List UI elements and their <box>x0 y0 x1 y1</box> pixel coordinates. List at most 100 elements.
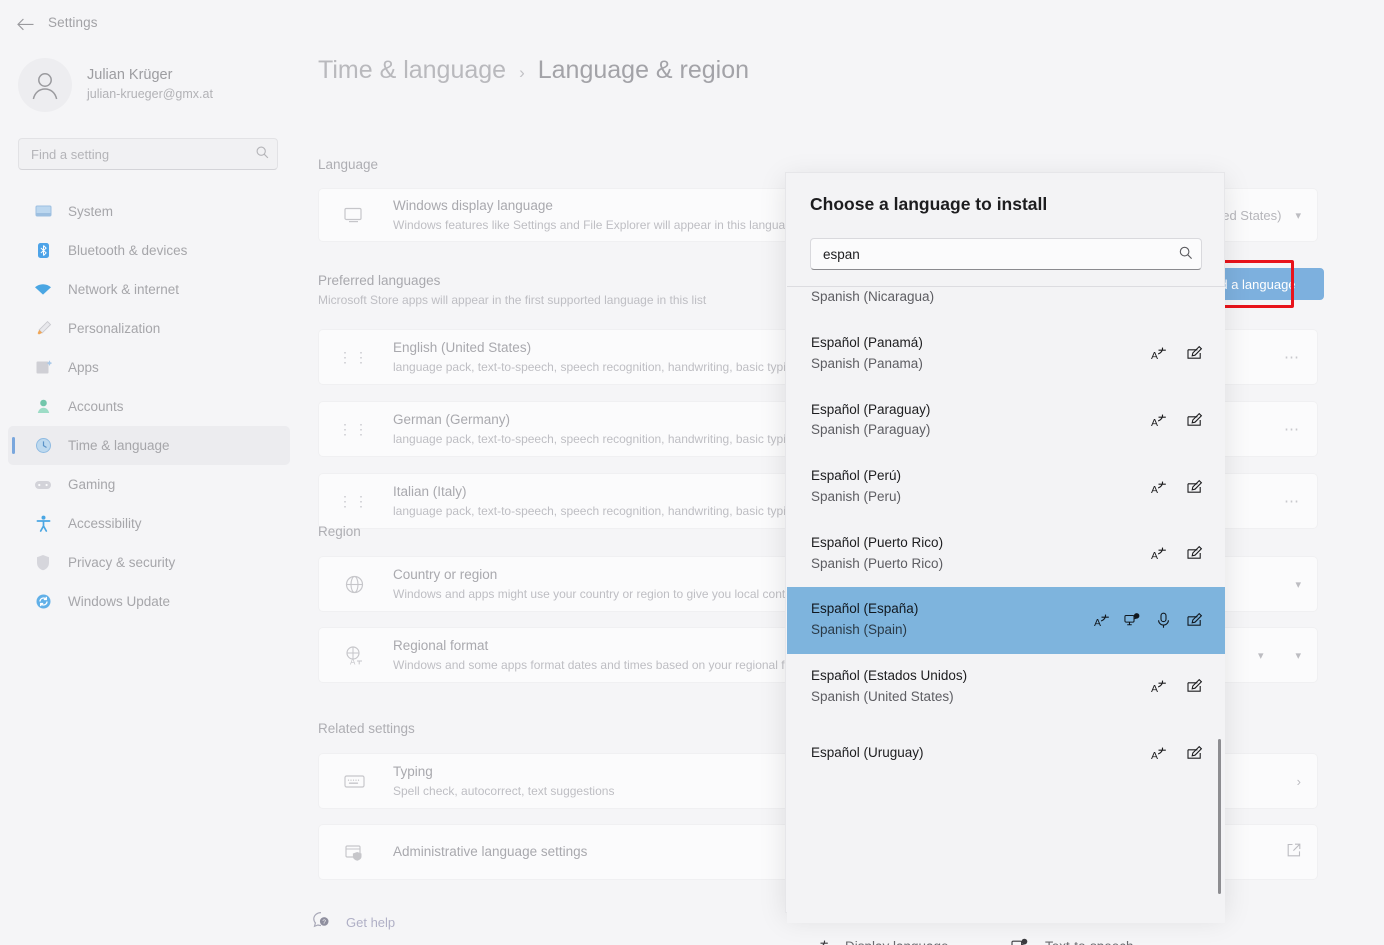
page-title: Language & region <box>538 56 749 85</box>
handwriting-icon <box>1186 612 1203 629</box>
language-list-item[interactable]: Español (Estados Unidos) Spanish (United… <box>787 654 1225 721</box>
language-list-item[interactable]: Español (Paraguay) Spanish (Paraguay) A <box>787 387 1225 454</box>
display-language-icon: A <box>1150 412 1167 429</box>
language-list-item[interactable]: Español (Panamá) Spanish (Panama) A <box>787 321 1225 388</box>
sidebar-item-label: Apps <box>68 360 99 375</box>
language-english-name: Spanish (Paraguay) <box>811 422 930 437</box>
svg-text:A: A <box>1151 350 1158 362</box>
breadcrumb-parent[interactable]: Time & language <box>318 56 506 85</box>
drag-handle-icon[interactable]: ⋮⋮ <box>337 497 371 505</box>
svg-text:?: ? <box>322 919 326 926</box>
globe-icon <box>337 575 371 594</box>
chevron-down-icon[interactable]: ▾ <box>1295 578 1301 591</box>
sidebar-item-bluetooth[interactable]: Bluetooth & devices <box>8 231 290 270</box>
svg-text:A: A <box>1151 417 1158 429</box>
chevron-down-icon-secondary[interactable]: ▾ <box>1295 649 1301 662</box>
handwriting-icon <box>1186 545 1203 562</box>
svg-text:A: A <box>1151 750 1158 762</box>
sidebar-item-label: System <box>68 204 113 219</box>
handwriting-icon <box>1186 345 1203 362</box>
sidebar-item-label: Accessibility <box>68 516 142 531</box>
row-title: Typing <box>393 764 433 779</box>
row-subtitle: Windows and some apps format dates and t… <box>393 658 815 672</box>
sidebar-item-time-language[interactable]: Time & language <box>8 426 290 465</box>
sidebar-item-windows-update[interactable]: Windows Update <box>8 582 290 621</box>
sidebar-item-label: Windows Update <box>68 594 170 609</box>
capability-legend: A Display language Text-to-speech Speech… <box>786 923 1224 945</box>
language-features: language pack, text-to-speech, speech re… <box>393 432 799 446</box>
gamepad-icon <box>34 476 52 494</box>
language-english-name: Spanish (United States) <box>811 689 954 704</box>
handwriting-icon <box>1186 745 1203 762</box>
sidebar-item-privacy-security[interactable]: Privacy & security <box>8 543 290 582</box>
dialog-search-value: espan <box>823 247 1179 262</box>
account-icon <box>34 398 52 416</box>
svg-text:A: A <box>350 657 356 665</box>
handwriting-icon <box>1186 412 1203 429</box>
drag-handle-icon[interactable]: ⋮⋮ <box>337 353 371 361</box>
back-button[interactable] <box>10 10 40 38</box>
preferred-title: Preferred languages <box>318 271 706 291</box>
language-name: Italian (Italy) <box>393 484 467 499</box>
chevron-down-icon[interactable]: ▾ <box>1295 209 1301 222</box>
language-list-item[interactable]: Español (Perú) Spanish (Peru) A <box>787 454 1225 521</box>
sidebar-nav: System Bluetooth & devices Network & int… <box>8 192 290 621</box>
language-list-item[interactable]: Spanish (Nicaragua) <box>787 286 1225 321</box>
search-icon <box>256 146 269 162</box>
drag-handle-icon[interactable]: ⋮⋮ <box>337 425 371 433</box>
shield-icon <box>34 554 52 572</box>
wifi-icon <box>34 281 52 299</box>
external-link-icon[interactable] <box>1287 843 1301 862</box>
window-shield-icon <box>337 844 371 861</box>
profile-email: julian-krueger@gmx.at <box>87 86 213 104</box>
language-native-name: Español (Perú) <box>811 468 901 483</box>
language-list-item[interactable]: Español (Puerto Rico) Spanish (Puerto Ri… <box>787 520 1225 587</box>
sidebar-item-accounts[interactable]: Accounts <box>8 387 290 426</box>
section-heading-region: Region <box>318 524 361 539</box>
legend-item-text-to-speech: Text-to-speech <box>1011 938 1224 945</box>
language-list-scrollbar[interactable] <box>1218 287 1221 923</box>
language-native-name: Español (Estados Unidos) <box>811 668 967 683</box>
sidebar-item-accessibility[interactable]: Accessibility <box>8 504 290 543</box>
profile-block[interactable]: Julian Krüger julian-krueger@gmx.at <box>18 58 213 112</box>
scrollbar-thumb[interactable] <box>1218 739 1221 894</box>
breadcrumb: Time & language › Language & region <box>318 56 749 85</box>
sidebar-item-system[interactable]: System <box>8 192 290 231</box>
row-subtitle: Spell check, autocorrect, text suggestio… <box>393 784 614 798</box>
legend-label: Display language <box>845 939 949 945</box>
display-language-icon: A <box>1150 745 1167 762</box>
section-heading-language: Language <box>318 157 378 172</box>
chevron-right-icon[interactable]: › <box>1297 774 1301 789</box>
language-list-item[interactable]: Español (Uruguay) A <box>787 720 1225 787</box>
row-subtitle: Windows and apps might use your country … <box>393 587 802 601</box>
chevron-down-icon[interactable]: ▾ <box>1258 649 1264 662</box>
search-input[interactable]: Find a setting <box>18 138 278 170</box>
clock-globe-icon <box>34 437 52 455</box>
display-language-icon: A <box>1093 612 1110 629</box>
text-to-speech-icon <box>1124 612 1141 629</box>
ellipsis-icon[interactable]: ⋯ <box>1284 492 1301 510</box>
ellipsis-icon[interactable]: ⋯ <box>1284 420 1301 438</box>
sidebar-item-apps[interactable]: Apps <box>8 348 290 387</box>
display-language-icon: A <box>1150 345 1167 362</box>
sidebar-item-label: Bluetooth & devices <box>68 243 187 258</box>
sidebar-item-gaming[interactable]: Gaming <box>8 465 290 504</box>
language-list-item-selected[interactable]: Español (España) Spanish (Spain) A <box>787 587 1225 654</box>
row-title: Administrative language settings <box>393 844 587 859</box>
sidebar-item-network[interactable]: Network & internet <box>8 270 290 309</box>
help-icon: ? <box>312 911 330 934</box>
monitor-icon <box>337 207 371 223</box>
handwriting-icon <box>1186 479 1203 496</box>
title-bar: Settings <box>0 0 1384 46</box>
language-list[interactable]: Spanish (Nicaragua) Español (Panamá) Spa… <box>787 286 1225 923</box>
get-help-link[interactable]: ? Get help <box>312 911 395 934</box>
text-to-speech-icon <box>1011 938 1029 945</box>
ellipsis-icon[interactable]: ⋯ <box>1284 348 1301 366</box>
dialog-search-input[interactable]: espan <box>810 238 1202 270</box>
update-icon <box>34 593 52 611</box>
legend-item-display-language: A Display language <box>811 938 1011 945</box>
settings-window: Settings Julian Krüger julian-krueger@gm… <box>0 0 1384 945</box>
language-native-name: Español (Panamá) <box>811 335 923 350</box>
legend-label: Text-to-speech <box>1045 939 1134 945</box>
sidebar-item-personalization[interactable]: Personalization <box>8 309 290 348</box>
